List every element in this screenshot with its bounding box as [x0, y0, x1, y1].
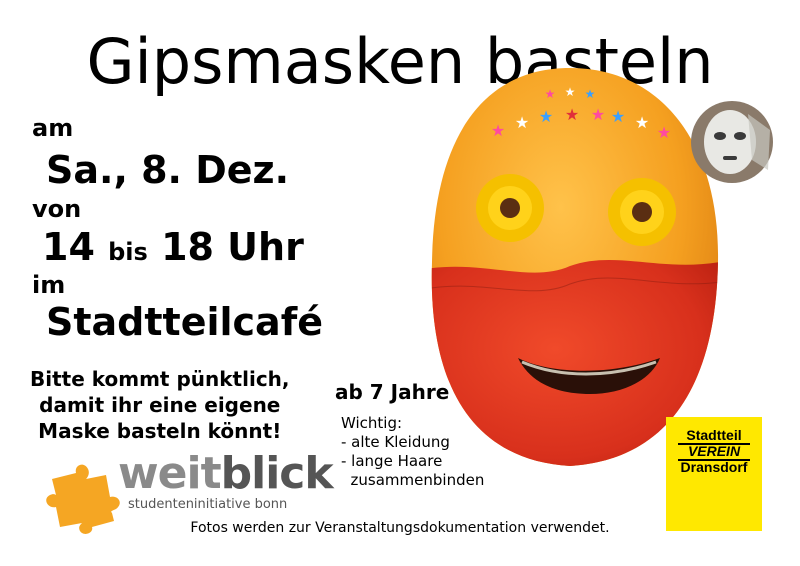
svg-text:★: ★ — [591, 105, 605, 124]
note-line: Bitte kommt pünktlich, — [30, 367, 290, 391]
svg-text:★: ★ — [545, 87, 556, 101]
svg-text:★: ★ — [657, 123, 671, 142]
badge-line: Stadtteil — [686, 427, 742, 443]
note-line: damit ihr eine eigene — [39, 393, 281, 417]
svg-text:★: ★ — [565, 85, 576, 99]
svg-text:★: ★ — [611, 107, 625, 126]
event-venue: Stadtteilcafé — [46, 300, 324, 344]
event-date: Sa., 8. Dez. — [46, 148, 290, 192]
svg-text:★: ★ — [635, 113, 649, 132]
time-label: von — [32, 195, 82, 223]
time-end: 18 Uhr — [161, 225, 304, 269]
svg-text:★: ★ — [539, 107, 553, 126]
photo-disclaimer: Fotos werden zur Veranstaltungsdokumenta… — [190, 520, 610, 536]
logo-subtitle: studenteninitiative bonn — [128, 497, 288, 512]
white-mask-photo — [691, 101, 773, 183]
painted-mask-image: ★ ★ ★ ★ ★ ★ ★ ★ ★ ★ ★ — [431, 68, 719, 466]
badge-line: Dransdorf — [680, 459, 748, 475]
badge-line: VEREIN — [687, 443, 741, 459]
svg-text:★: ★ — [585, 87, 596, 101]
logo-wordmark: weitblick — [118, 448, 334, 499]
date-label: am — [32, 114, 74, 142]
time-separator: bis — [108, 238, 148, 266]
time-start: 14 — [42, 225, 95, 269]
logo-word-part2: blick — [220, 448, 334, 499]
svg-text:★: ★ — [491, 121, 505, 140]
logo-word-part1: weit — [118, 448, 222, 499]
svg-text:★: ★ — [515, 113, 529, 132]
svg-text:★: ★ — [565, 105, 579, 124]
punctuality-note: Bitte kommt pünktlich, damit ihr eine ei… — [30, 366, 290, 444]
important-item: zusammenbinden — [341, 471, 485, 489]
event-time: 14 bis 18 Uhr — [42, 225, 304, 269]
venue-label: im — [32, 271, 66, 299]
note-line: Maske basteln könnt! — [38, 419, 282, 443]
stadtteilverein-badge: Stadtteil VEREIN Dransdorf — [666, 417, 762, 531]
